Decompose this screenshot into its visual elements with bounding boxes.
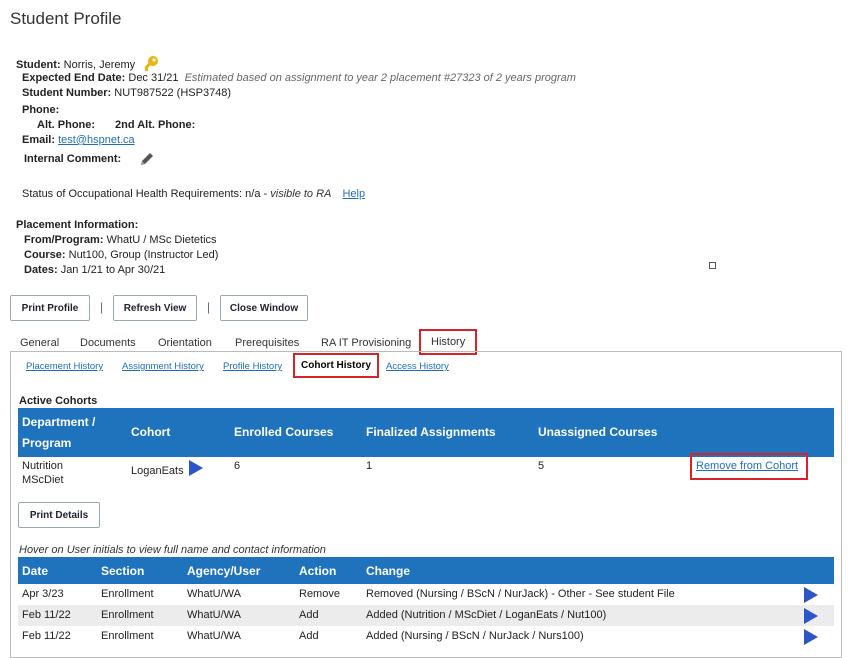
expected-end-label: Expected End Date:	[22, 72, 126, 84]
table-row: Feb 11/22 Enrollment WhatU/WA Add Added …	[18, 605, 834, 626]
col-header-section: Section	[101, 564, 145, 578]
internal-comment-label: Internal Comment:	[24, 153, 122, 165]
separator: |	[207, 300, 211, 314]
subtab-assignment-history[interactable]: Assignment History	[122, 361, 204, 372]
row-date: Feb 11/22	[22, 630, 71, 642]
placement-from-label: From/Program:	[24, 234, 104, 246]
cohort-enrolled: 6	[234, 460, 241, 472]
row-section: Enrollment	[101, 609, 154, 621]
row-action: Remove	[299, 588, 340, 600]
col-header-department: Department /	[22, 415, 96, 429]
health-status-note: visible to RA	[270, 188, 332, 200]
row-section: Enrollment	[101, 588, 154, 600]
small-box-icon[interactable]	[709, 262, 716, 269]
play-icon[interactable]	[804, 608, 818, 624]
play-icon[interactable]	[804, 629, 818, 645]
row-section: Enrollment	[101, 630, 154, 642]
col-header-finalized: Finalized Assignments	[366, 425, 496, 439]
table-row: Feb 11/22 Enrollment WhatU/WA Add Added …	[18, 626, 834, 647]
placement-heading: Placement Information:	[16, 219, 139, 231]
help-link[interactable]: Help	[342, 188, 365, 200]
email-link[interactable]: test@hspnet.ca	[58, 134, 135, 146]
row-action: Add	[299, 630, 319, 642]
col-header-cohort: Cohort	[131, 425, 171, 439]
row-date: Feb 11/22	[22, 609, 71, 621]
tab-prerequisites[interactable]: Prerequisites	[235, 337, 299, 349]
col-header-agency: Agency/User	[187, 564, 261, 578]
student-number-label: Student Number:	[22, 87, 112, 99]
tab-ra-it-provisioning[interactable]: RA IT Provisioning	[321, 337, 411, 349]
print-profile-button[interactable]: Print Profile	[10, 295, 90, 321]
key-icon	[142, 55, 160, 73]
play-icon[interactable]	[189, 460, 203, 476]
col-header-unassigned: Unassigned Courses	[538, 425, 658, 439]
row-change: Removed (Nursing / BScN / NurJack) - Oth…	[366, 588, 675, 600]
internal-comment-line: Internal Comment:	[24, 150, 156, 168]
placement-course-label: Course:	[24, 249, 66, 261]
row-agency: WhatU/WA	[187, 588, 241, 600]
row-change: Added (Nutrition / MScDiet / LoganEats /…	[366, 609, 607, 621]
placement-course-value: Nut100, Group (Instructor Led)	[68, 249, 219, 261]
row-change: Added (Nursing / BScN / NurJack / Nurs10…	[366, 630, 584, 642]
subtab-access-history[interactable]: Access History	[386, 361, 449, 372]
cohort-program: MScDiet	[22, 474, 64, 486]
student-name: Norris, Jeremy	[63, 59, 136, 71]
tab-orientation[interactable]: Orientation	[158, 337, 212, 349]
tab-documents[interactable]: Documents	[80, 337, 136, 349]
subtab-profile-history[interactable]: Profile History	[223, 361, 282, 372]
health-status-line: Status of Occupational Health Requiremen…	[22, 188, 365, 200]
placement-from-line: From/Program: WhatU / MSc Dietetics	[24, 234, 217, 246]
student-label: Student:	[16, 59, 61, 71]
col-header-program: Program	[22, 436, 72, 450]
cohort-name: LoganEats	[131, 465, 184, 477]
row-agency: WhatU/WA	[187, 609, 241, 621]
placement-dates-line: Dates: Jan 1/21 to Apr 30/21	[24, 264, 165, 276]
tab-general[interactable]: General	[20, 337, 59, 349]
active-cohorts-heading: Active Cohorts	[19, 395, 98, 407]
remove-from-cohort-link[interactable]: Remove from Cohort	[696, 460, 798, 472]
print-details-button[interactable]: Print Details	[18, 502, 100, 528]
play-icon[interactable]	[804, 587, 818, 603]
pencil-icon[interactable]	[138, 150, 156, 168]
col-header-change: Change	[366, 564, 411, 578]
expected-end-note: Estimated based on assignment to year 2 …	[184, 72, 576, 84]
placement-dates-label: Dates:	[24, 264, 58, 276]
health-status-text: Status of Occupational Health Requiremen…	[22, 188, 268, 200]
phone-label: Phone:	[22, 104, 60, 116]
cohort-unassigned: 5	[538, 460, 545, 472]
row-action: Add	[299, 609, 319, 621]
cohort-table-header: Department / Program Cohort Enrolled Cou…	[18, 408, 834, 457]
cohort-dept: Nutrition	[22, 460, 63, 472]
refresh-view-button[interactable]: Refresh View	[113, 295, 197, 321]
table-row: Apr 3/23 Enrollment WhatU/WA Remove Remo…	[18, 584, 834, 605]
col-header-action: Action	[299, 564, 337, 578]
page-title: Student Profile	[10, 9, 122, 28]
email-label: Email:	[22, 134, 56, 146]
alt-phone-label: Alt. Phone:	[37, 119, 96, 131]
student-number-line: Student Number: NUT987522 (HSP3748)	[22, 87, 231, 99]
expected-end-value: Dec 31/21	[128, 72, 179, 84]
placement-from-value: WhatU / MSc Dietetics	[106, 234, 217, 246]
placement-course-line: Course: Nut100, Group (Instructor Led)	[24, 249, 218, 261]
subtab-placement-history[interactable]: Placement History	[26, 361, 103, 372]
student-name-line: Student: Norris, Jeremy	[16, 55, 160, 73]
close-window-button[interactable]: Close Window	[220, 295, 308, 321]
separator: |	[100, 300, 104, 314]
subtab-cohort-history[interactable]: Cohort History	[293, 353, 379, 378]
row-agency: WhatU/WA	[187, 630, 241, 642]
email-line: Email: test@hspnet.ca	[22, 134, 135, 146]
student-number-value: NUT987522 (HSP3748)	[114, 87, 232, 99]
col-header-date: Date	[22, 564, 49, 578]
hover-hint: Hover on User initials to view full name…	[19, 544, 326, 556]
alt2-phone-label: 2nd Alt. Phone:	[115, 119, 196, 131]
cohort-finalized: 1	[366, 460, 373, 472]
row-date: Apr 3/23	[22, 588, 64, 600]
expected-end-line: Expected End Date: Dec 31/21 Estimated b…	[22, 72, 576, 84]
placement-dates-value: Jan 1/21 to Apr 30/21	[60, 264, 166, 276]
history-table-header: Date Section Agency/User Action Change	[18, 557, 834, 584]
col-header-enrolled: Enrolled Courses	[234, 425, 334, 439]
